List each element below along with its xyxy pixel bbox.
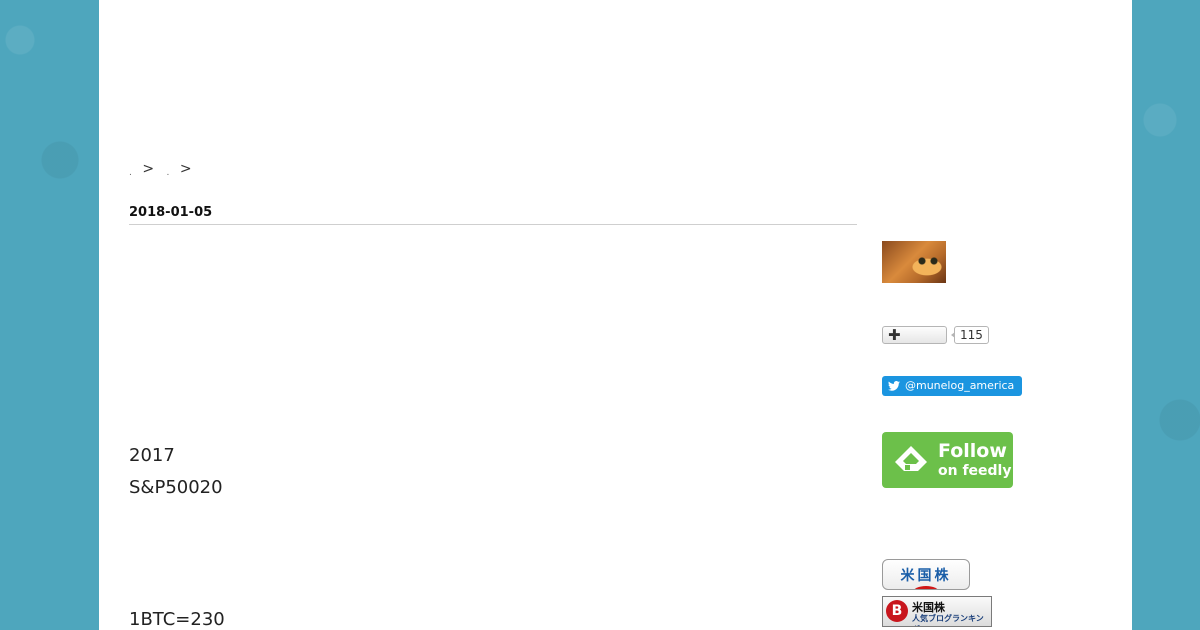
feedly-follow-button[interactable]: Follow on feedly [882, 432, 1013, 488]
breadcrumb: . > . > [129, 161, 199, 178]
hatena-bookmark-button[interactable]: ✚ [882, 326, 947, 344]
article-date[interactable]: 2018-01-05 [129, 205, 212, 220]
blog-ranking-logo-icon: B [886, 600, 908, 622]
breadcrumb-separator: > [179, 161, 193, 177]
hatena-bookmark-count[interactable]: 115 [951, 326, 989, 344]
feedly-icon [892, 444, 930, 482]
feedly-on-label: on feedly [938, 463, 1012, 479]
breadcrumb-category-link[interactable]: . [167, 168, 171, 178]
profile-avatar[interactable] [882, 241, 946, 283]
date-divider [129, 224, 857, 225]
blog-ranking-subtitle: 人気ブログランキング [912, 614, 984, 626]
sidebar: ✚ 115 @munelog_america Follow on feedly [882, 0, 1102, 630]
content-page: . > . > 2018-01-05 2017 S&P50020 1BTC=23… [99, 0, 1132, 630]
blog-ranking-banner[interactable]: B 米国株 人気ブログランキング [882, 596, 992, 627]
breadcrumb-home-link[interactable]: . [129, 168, 133, 178]
twitter-follow-button[interactable]: @munelog_america [882, 376, 1023, 396]
twitter-bird-icon [888, 381, 900, 391]
twitter-handle: @munelog_america [905, 379, 1015, 392]
ranking-badge-label: 米国株 [900, 568, 952, 584]
us-stock-ranking-badge[interactable]: 米国株 [882, 559, 970, 590]
article-text-line: 1BTC=230 [129, 609, 225, 630]
breadcrumb-separator: > [142, 161, 156, 177]
article-text-line: 2017 [129, 445, 175, 466]
feedly-follow-label: Follow [938, 440, 1007, 462]
article-text-line: S&P50020 [129, 477, 223, 498]
ranking-badge-mark [913, 586, 939, 589]
plus-icon: ✚ [888, 326, 901, 344]
